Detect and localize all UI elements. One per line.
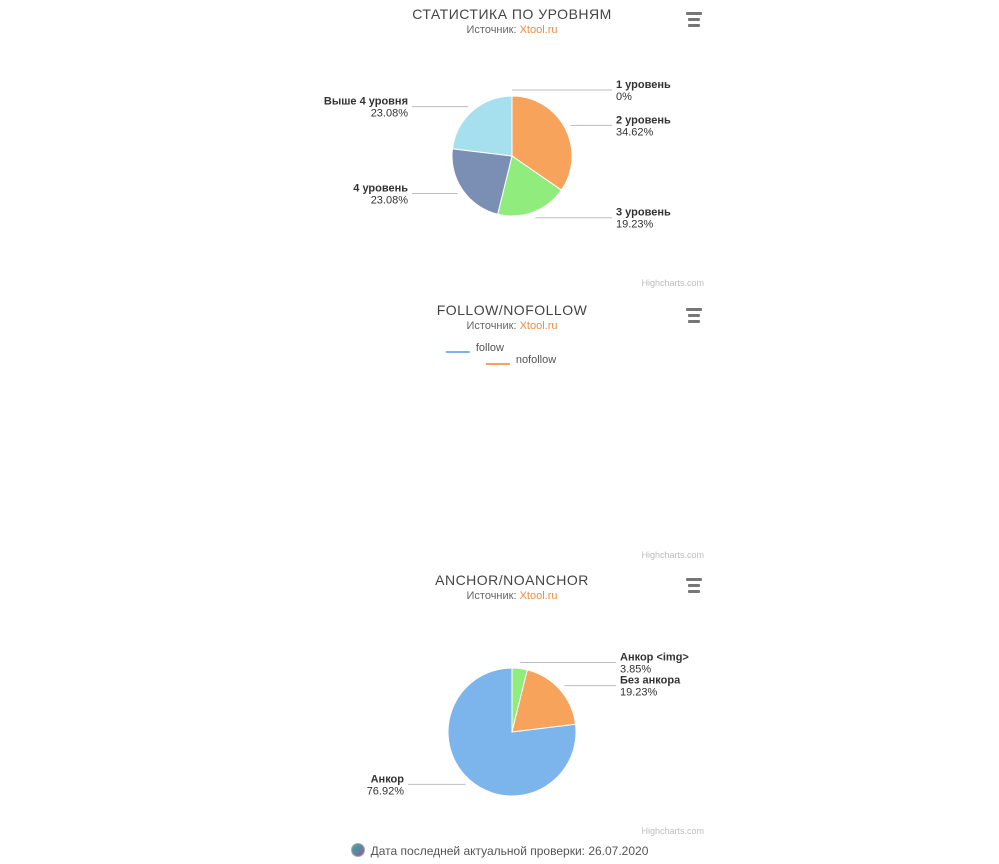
pie-label: Анкор76.92% (367, 773, 405, 797)
pie-anchor: Анкор <img>3.85%Без анкора19.23% Анкор76.… (312, 602, 712, 832)
pie-label: Анкор <img>3.85% (620, 652, 689, 676)
chart-title: FOLLOW/NOFOLLOW (312, 302, 712, 318)
pie-levels: 1 уровень0% 2 уровень34.62% 3 уровень19.23… (312, 36, 712, 266)
credits-link[interactable]: Highcharts.com (641, 550, 704, 560)
chart-source: Источник: Xtool.ru (312, 24, 712, 36)
pie-label: Выше 4 уровня23.08% (324, 96, 408, 120)
menu-icon[interactable] (684, 304, 704, 324)
legend-item[interactable]: nofollow (516, 354, 556, 366)
source-link[interactable]: Xtool.ru (520, 590, 558, 602)
menu-icon[interactable] (684, 574, 704, 594)
footer-text: Дата последней актуальной проверки: 26.0… (0, 843, 999, 858)
chart-title: СТАТИСТИКА ПО УРОВНЯМ (312, 6, 712, 22)
menu-icon[interactable] (684, 8, 704, 28)
chart-source: Источник: Xtool.ru (312, 320, 712, 332)
legend-follow: follow nofollow (446, 342, 578, 366)
chart-source: Источник: Xtool.ru (312, 590, 712, 602)
source-link[interactable]: Xtool.ru (520, 320, 558, 332)
credits-link[interactable]: Highcharts.com (641, 826, 704, 836)
chart-title: ANCHOR/NOANCHOR (312, 572, 712, 588)
status-icon (351, 843, 365, 857)
pie-label: Без анкора19.23% (620, 675, 681, 699)
pie-label: 1 уровень0% (616, 79, 671, 103)
legend-item[interactable]: follow (476, 342, 504, 354)
chart-levels: СТАТИСТИКА ПО УРОВНЯМ Источник: Xtool.ru… (312, 0, 712, 290)
chart-anchor: ANCHOR/NOANCHOR Источник: Xtool.ru Анкор… (312, 566, 712, 838)
pie-label: 2 уровень34.62% (616, 114, 671, 138)
credits-link[interactable]: Highcharts.com (641, 278, 704, 288)
source-link[interactable]: Xtool.ru (520, 24, 558, 36)
chart-follow: FOLLOW/NOFOLLOW Источник: Xtool.ru follo… (312, 296, 712, 562)
pie-slice[interactable] (452, 96, 512, 156)
pie-label: 3 уровень19.23% (616, 207, 671, 231)
pie-label: 4 уровень23.08% (353, 182, 408, 206)
